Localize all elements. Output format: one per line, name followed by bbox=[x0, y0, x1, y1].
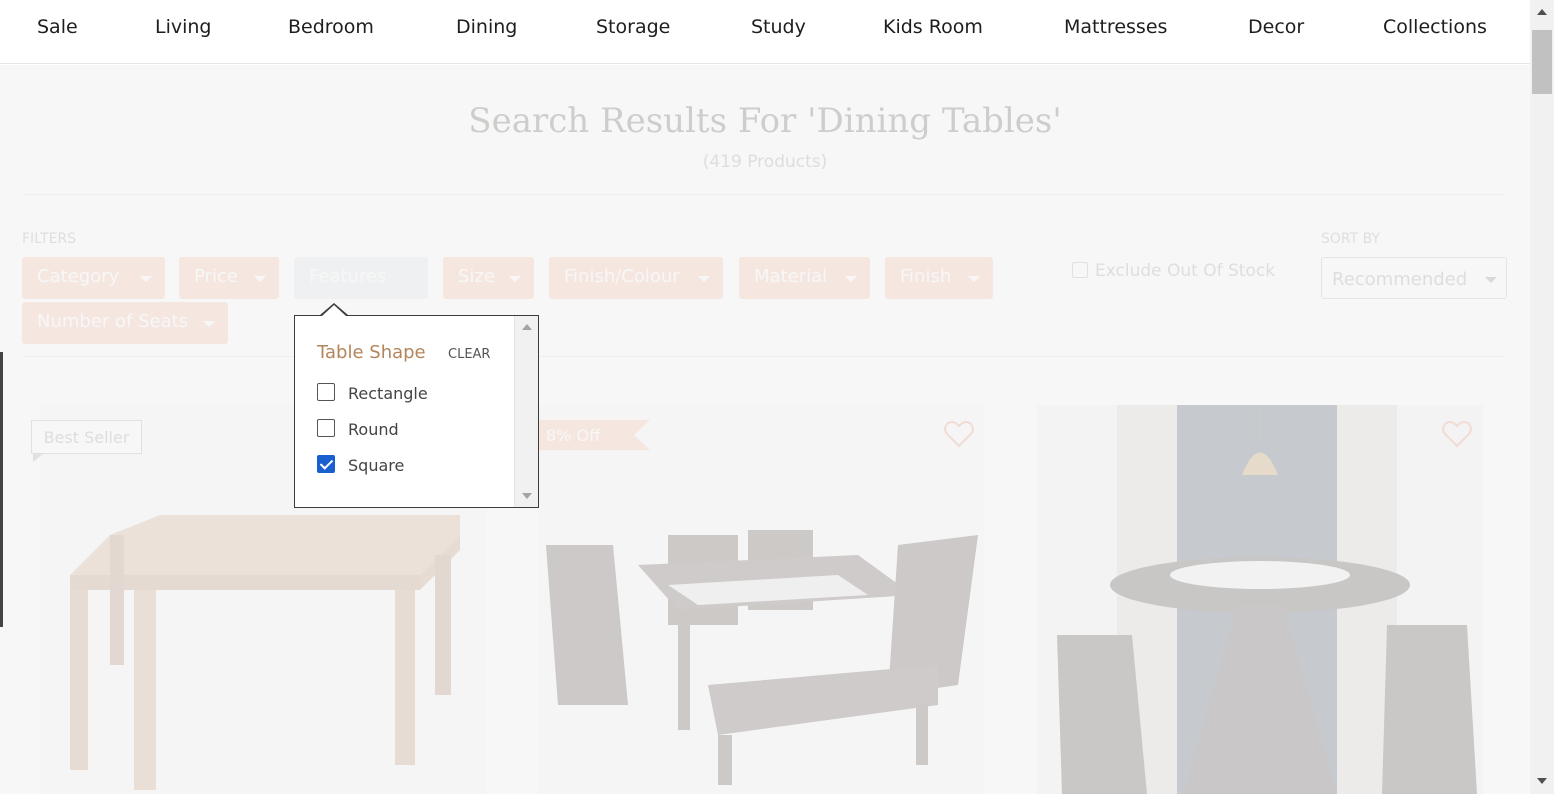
filters-label: FILTERS bbox=[22, 231, 77, 247]
scrollbar-thumb[interactable] bbox=[1532, 30, 1552, 94]
nav-item-storage[interactable]: Storage bbox=[596, 16, 670, 38]
dropdown-scrollbar[interactable] bbox=[514, 316, 538, 507]
filter-chip-finish[interactable]: Finish bbox=[885, 257, 993, 299]
nav-item-decor[interactable]: Decor bbox=[1248, 16, 1304, 38]
discount-badge: 8% Off bbox=[538, 420, 650, 450]
filter-chip-features[interactable]: Features bbox=[294, 257, 428, 299]
features-dropdown: Table Shape CLEAR Rectangle Round Square bbox=[294, 315, 539, 508]
filter-chip-size[interactable]: Size bbox=[443, 257, 534, 299]
option-label: Square bbox=[348, 456, 405, 475]
sort-select-value: Recommended bbox=[1332, 269, 1468, 290]
filter-chip-label: Finish bbox=[900, 266, 952, 287]
dropdown-title: Table Shape bbox=[317, 342, 426, 363]
nav-item-bedroom[interactable]: Bedroom bbox=[288, 16, 374, 38]
filter-chip-category[interactable]: Category bbox=[22, 257, 165, 299]
scroll-down-icon[interactable] bbox=[1537, 778, 1547, 784]
filter-chip-number-of-seats[interactable]: Number of Seats bbox=[22, 302, 228, 344]
dropdown-pointer-inner bbox=[322, 305, 346, 316]
nav-item-mattresses[interactable]: Mattresses bbox=[1064, 16, 1167, 38]
divider bbox=[22, 194, 1504, 195]
rectangle-checkbox[interactable] bbox=[317, 383, 335, 401]
nav-item-collections[interactable]: Collections bbox=[1383, 16, 1487, 38]
clear-button[interactable]: CLEAR bbox=[448, 347, 490, 362]
option-label: Round bbox=[348, 420, 399, 439]
option-rectangle[interactable]: Rectangle bbox=[317, 383, 477, 405]
discount-text: 8% Off bbox=[546, 426, 601, 445]
square-checkbox[interactable] bbox=[317, 455, 335, 473]
filter-chip-material[interactable]: Material bbox=[739, 257, 870, 299]
option-round[interactable]: Round bbox=[317, 419, 477, 441]
option-square[interactable]: Square bbox=[317, 455, 477, 477]
search-results-page: Search Results For 'Dining Tables' (419 … bbox=[0, 65, 1530, 794]
option-label: Rectangle bbox=[348, 384, 428, 403]
scroll-up-icon[interactable] bbox=[522, 324, 532, 330]
filter-chip-label: Number of Seats bbox=[37, 311, 189, 332]
product-image bbox=[1037, 405, 1483, 794]
sort-by-label: SORT BY bbox=[1321, 231, 1381, 247]
exclude-out-of-stock-label: Exclude Out Of Stock bbox=[1095, 261, 1276, 281]
caret-down-icon bbox=[968, 276, 980, 282]
caret-down-icon bbox=[845, 276, 857, 282]
top-navigation: Sale Living Bedroom Dining Storage Study… bbox=[0, 0, 1530, 64]
filter-chip-price[interactable]: Price bbox=[179, 257, 279, 299]
caret-down-icon bbox=[140, 276, 152, 282]
caret-down-icon bbox=[1485, 277, 1497, 283]
filter-chip-label: Finish/Colour bbox=[564, 266, 680, 287]
scroll-down-icon[interactable] bbox=[522, 493, 532, 499]
caret-down-icon bbox=[254, 276, 266, 282]
filter-chip-label: Features bbox=[309, 266, 387, 287]
heart-icon[interactable] bbox=[1442, 420, 1472, 448]
nav-item-living[interactable]: Living bbox=[155, 16, 212, 38]
nav-item-sale[interactable]: Sale bbox=[37, 16, 78, 38]
caret-down-icon bbox=[509, 276, 521, 282]
page-scrollbar[interactable] bbox=[1530, 0, 1554, 794]
round-checkbox[interactable] bbox=[317, 419, 335, 437]
product-card[interactable] bbox=[1037, 405, 1483, 794]
left-edge-tab bbox=[0, 352, 3, 627]
nav-item-study[interactable]: Study bbox=[751, 16, 806, 38]
nav-item-dining[interactable]: Dining bbox=[456, 16, 517, 38]
heart-icon[interactable] bbox=[944, 420, 974, 448]
filter-chip-finish-colour[interactable]: Finish/Colour bbox=[549, 257, 723, 299]
page-title: Search Results For 'Dining Tables' bbox=[468, 101, 1062, 141]
product-card[interactable] bbox=[538, 405, 984, 794]
filter-chip-label: Material bbox=[754, 266, 828, 287]
best-seller-badge: Best Seller bbox=[31, 420, 142, 454]
filter-chip-label: Price bbox=[194, 266, 238, 287]
caret-down-icon bbox=[698, 276, 710, 282]
product-image bbox=[538, 405, 984, 794]
sort-select[interactable]: Recommended bbox=[1321, 257, 1507, 299]
caret-down-icon bbox=[203, 321, 215, 327]
filter-chip-label: Size bbox=[458, 266, 495, 287]
scroll-up-icon[interactable] bbox=[1537, 9, 1547, 15]
badge-tail bbox=[33, 454, 43, 462]
nav-item-kids-room[interactable]: Kids Room bbox=[883, 16, 983, 38]
exclude-out-of-stock-checkbox[interactable] bbox=[1072, 262, 1088, 278]
filter-chip-label: Category bbox=[37, 266, 120, 287]
divider bbox=[22, 356, 1504, 357]
result-count: (419 Products) bbox=[702, 152, 828, 172]
